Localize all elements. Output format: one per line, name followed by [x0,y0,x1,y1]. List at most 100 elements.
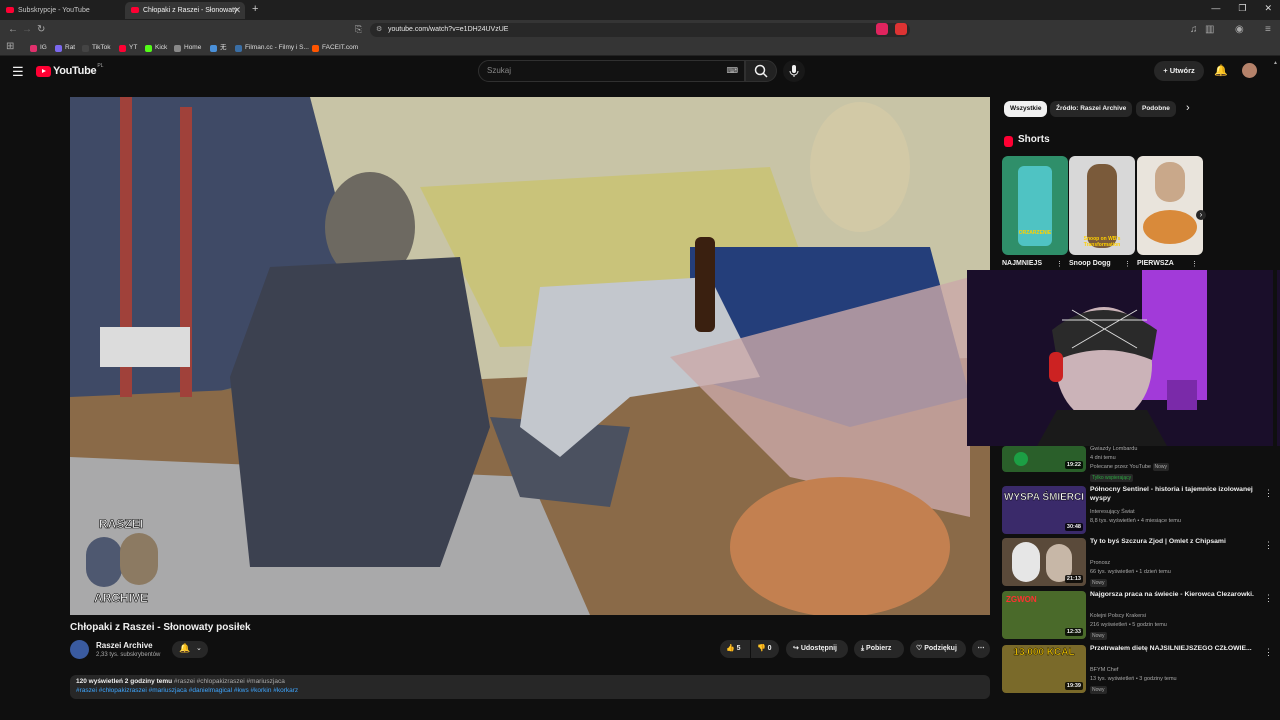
notifications-bell-icon[interactable]: 🔔 [1214,64,1228,77]
chip-source[interactable]: Źródło: Raszei Archive [1050,101,1133,117]
close-tab-icon[interactable]: ✕ [233,2,241,19]
description-box[interactable]: 120 wyświetleń 2 godziny temu #raszei #c… [70,675,990,699]
letter-l-icon [210,45,217,52]
search-button[interactable] [745,60,777,82]
back-icon[interactable]: ← [8,24,18,35]
bookmark-icon[interactable]: ⎘ [355,24,362,35]
thumbs-up-icon: 👍 [726,645,735,652]
url-field[interactable]: ⚙ youtube.com/watch?v=e1DH24UVzUE [370,23,910,37]
bookmark-filman[interactable]: Filman.cc - Filmy i S... [235,42,309,54]
reload-icon[interactable]: ↻ [37,24,45,35]
scroll-up-icon[interactable]: ▲ [1273,60,1278,70]
short-thumbnail[interactable]: Snoop on WB's Transformation [1069,156,1135,255]
short-title[interactable]: PIERWSZA [1137,260,1174,267]
apps-grid-icon[interactable]: ⊞ [6,41,14,52]
hashtags[interactable]: #raszei #chłopakizraszei #mariuszjaca #d… [76,687,984,694]
search-input[interactable]: Szukaj ⌨ [478,60,745,82]
short-title[interactable]: Snoop Dogg [1069,260,1111,267]
video-thumbnail: 13.000 KCAL 19:39 [1002,645,1086,693]
avatar[interactable] [1242,63,1257,78]
microphone-icon [789,65,799,77]
recommendation-item[interactable]: 13.000 KCAL 19:39 Przetrwałem dietę NAJS… [1002,645,1277,697]
shorts-heading: Shorts [1018,134,1050,145]
thanks-button[interactable]: ♡ Podziękuj [910,640,966,658]
filman-icon [235,45,242,52]
recommendation-item[interactable]: ZGWON 12:33 Najgorsza praca na świecie -… [1002,591,1277,643]
webcam-image [967,270,1280,446]
subscription-bell-button[interactable]: 🔔 ⌄ [172,641,208,658]
more-options-icon[interactable]: ⋮ [1264,647,1273,658]
youtube-favicon-icon [131,7,139,13]
share-icon: ↪ [793,645,801,652]
extension-badge-icon[interactable] [876,23,888,35]
youtube-favicon-icon [6,7,14,13]
recommendation-item[interactable]: WYSPA ŚMIERCI 30:48 Północny Sentinel - … [1002,486,1277,538]
members-only-badge: Tylko wspierający [1090,474,1134,482]
short-thumbnail[interactable] [1137,156,1203,255]
channel-name[interactable]: Raszei Archive [96,641,153,650]
video-title: Przetrwałem dietę NAJSILNIEJSZEGO CZŁOWI… [1090,645,1252,652]
more-actions-button[interactable]: ⋯ [972,640,990,658]
shorts-next-icon[interactable]: › [1196,210,1206,220]
bookmark-yt[interactable]: YT [119,42,137,54]
chip-related[interactable]: Podobne [1136,101,1176,117]
restore-icon[interactable]: ❐ [1238,3,1246,14]
bookmark-rat[interactable]: Rat [55,42,75,54]
chevron-down-icon: ⌄ [196,645,202,652]
short-title[interactable]: NAJMNIEJS [1002,260,1042,267]
overlay-logo-top: RASZEI [98,517,144,532]
page-scrollbar[interactable]: ▲ [1273,60,1278,700]
short-thumbnail[interactable]: ORZARZENIE [1002,156,1068,255]
more-options-icon[interactable]: ⋮ [1264,488,1273,499]
new-tab-button[interactable]: + [252,3,258,15]
chip-all[interactable]: Wszystkie [1004,101,1048,117]
hamburger-menu-icon[interactable]: ☰ [12,64,24,80]
video-thumbnail: ZGWON 12:33 [1002,591,1086,639]
minimize-icon[interactable]: — [1211,3,1220,14]
close-window-icon[interactable]: ✕ [1264,3,1272,14]
bookmark-home[interactable]: Home [174,42,201,54]
adblock-icon[interactable] [895,23,907,35]
chevron-right-icon[interactable]: › [1186,102,1190,114]
short-more-icon[interactable]: ⋮ [1124,260,1131,268]
instagram-icon [30,45,37,52]
media-icon[interactable]: ♫ [1190,24,1198,35]
menu-icon[interactable]: ≡ [1265,24,1271,35]
voice-search-button[interactable] [783,60,805,82]
recommendation-item[interactable]: 19:22 Gwiazdy Lombardu 4 dni temu Poleca… [1002,446,1277,486]
video-player[interactable]: RASZEI ARCHIVE [70,97,990,615]
more-options-icon[interactable]: ⋮ [1264,593,1273,604]
video-thumbnail: 21:13 [1002,538,1086,586]
bookmark-cn[interactable]: 无 [210,42,227,54]
address-toolbar: ← → ↻ ⎘ ⚙ youtube.com/watch?v=e1DH24UVzU… [0,20,1280,40]
like-button[interactable]: 👍 5 [720,640,750,658]
overlay-logo-bottom: ARCHIVE [93,591,149,606]
short-more-icon[interactable]: ⋮ [1056,260,1063,268]
rat-icon [55,45,62,52]
profile-icon[interactable]: ◉ [1235,24,1244,35]
x-icon [174,45,181,52]
sidebar-icon[interactable]: ▥ [1205,24,1214,35]
bookmark-kick[interactable]: Kick [145,42,167,54]
more-options-icon[interactable]: ⋮ [1264,540,1273,551]
dislike-button[interactable]: 👎 0 [751,640,779,658]
forward-icon[interactable]: → [22,24,32,35]
faceit-icon [312,45,319,52]
bookmark-tiktok[interactable]: TikTok [82,42,111,54]
share-button[interactable]: ↪ Udostępnij [786,640,848,658]
tab-subscriptions[interactable]: Subskrypcje - YouTube [0,2,122,19]
bookmark-ig[interactable]: IG [30,42,47,54]
youtube-logo[interactable]: YouTube PL [36,63,103,77]
recommendation-item[interactable]: 21:13 Ty to byś Szczura Zjod | Omlet z C… [1002,538,1277,590]
download-button[interactable]: ⤓ Pobierz [854,640,904,658]
tab-current-video[interactable]: Chłopaki z Raszei - Słonowaty ✕ [125,2,245,19]
channel-avatar[interactable] [70,640,89,659]
create-button[interactable]: + Utwórz [1154,61,1204,81]
site-info-icon[interactable]: ⚙ [376,23,382,37]
more-icon: ⋯ [977,645,985,652]
inline-tags[interactable]: #raszei #chlopakizraszei #mariuszjaca [174,678,285,685]
keyboard-icon[interactable]: ⌨ [726,61,738,81]
window-controls: — ❐ ✕ [1211,3,1272,14]
short-more-icon[interactable]: ⋮ [1191,260,1198,268]
bookmark-faceit[interactable]: FACEIT.com [312,42,358,54]
